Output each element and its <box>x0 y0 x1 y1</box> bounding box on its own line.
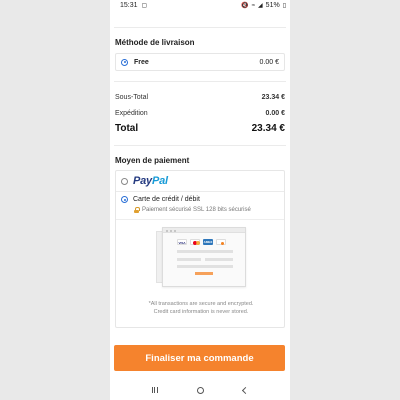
form-field-placeholder <box>205 258 233 261</box>
lock-icon <box>134 207 140 213</box>
paypal-radio[interactable] <box>121 177 128 185</box>
form-field-placeholder <box>177 258 201 261</box>
shipping-option-free[interactable]: Free 0.00 € <box>115 53 285 71</box>
subtotal-row: Sous-Total 23.34 € <box>115 94 285 101</box>
phone-screen: 15:31 ▢ 🔇 ≈ ◢ 51% ▯ Méthode de livraison… <box>110 0 290 400</box>
total-row: Total 23.34 € <box>115 123 285 134</box>
notification-icon: ▢ <box>141 2 148 9</box>
form-field-placeholder <box>177 265 233 268</box>
card-radio[interactable] <box>121 196 128 203</box>
android-nav-bar <box>110 380 290 400</box>
shipping-radio[interactable] <box>121 58 128 66</box>
security-note-line2: Credit card information is never stored. <box>153 309 249 315</box>
shipping-option-price: 0.00 € <box>259 58 279 66</box>
card-form-illustration: VISA AMEX <box>162 227 246 287</box>
shipping-cost-value: 0.00 € <box>265 110 285 117</box>
shipping-option-name: Free <box>134 58 149 66</box>
form-button-placeholder <box>195 272 213 275</box>
card-logos: VISA AMEX <box>177 239 226 245</box>
payment-option-card[interactable]: Carte de crédit / débit <box>121 196 200 203</box>
total-value: 23.34 € <box>251 123 285 134</box>
paypal-logo: PayPal <box>133 175 168 187</box>
form-field-placeholder <box>177 250 233 253</box>
secure-payment-text: Paiement sécurisé SSL 128 bits sécurisé <box>142 207 251 213</box>
wifi-icon: ≈ <box>251 2 256 9</box>
shipping-method-title: Méthode de livraison <box>115 38 195 47</box>
battery-level: 51% <box>265 2 280 9</box>
back-icon[interactable] <box>242 386 250 394</box>
divider <box>114 27 286 28</box>
status-time: 15:31 <box>120 2 138 9</box>
home-icon[interactable] <box>196 386 204 394</box>
security-note-line1: *All transactions are secure and encrypt… <box>148 301 254 307</box>
status-bar: 15:31 ▢ 🔇 ≈ ◢ 51% ▯ <box>110 0 290 11</box>
divider <box>114 81 286 82</box>
shipping-cost-row: Expédition 0.00 € <box>115 110 285 117</box>
payment-method-title: Moyen de paiement <box>115 156 190 165</box>
total-label: Total <box>115 123 139 134</box>
discover-logo <box>216 239 226 245</box>
divider <box>114 145 286 146</box>
shipping-cost-label: Expédition <box>115 110 148 117</box>
recents-icon[interactable] <box>151 387 158 393</box>
subtotal-label: Sous-Total <box>115 94 149 101</box>
mute-icon: 🔇 <box>241 2 249 9</box>
amex-logo: AMEX <box>203 239 213 245</box>
battery-icon: ▯ <box>282 2 286 9</box>
payment-options: PayPal Carte de crédit / débit Paiement … <box>115 170 285 328</box>
divider <box>116 219 284 220</box>
place-order-button[interactable]: Finaliser ma commande <box>114 345 285 371</box>
card-option-label: Carte de crédit / débit <box>133 196 200 203</box>
payment-option-paypal[interactable]: PayPal <box>121 175 168 187</box>
secure-payment-note: Paiement sécurisé SSL 128 bits sécurisé <box>134 207 251 213</box>
mastercard-logo <box>190 239 200 245</box>
subtotal-value: 23.34 € <box>261 94 285 101</box>
visa-logo: VISA <box>177 239 187 245</box>
signal-icon: ◢ <box>258 2 263 9</box>
divider <box>116 191 284 192</box>
window-titlebar <box>163 228 245 233</box>
